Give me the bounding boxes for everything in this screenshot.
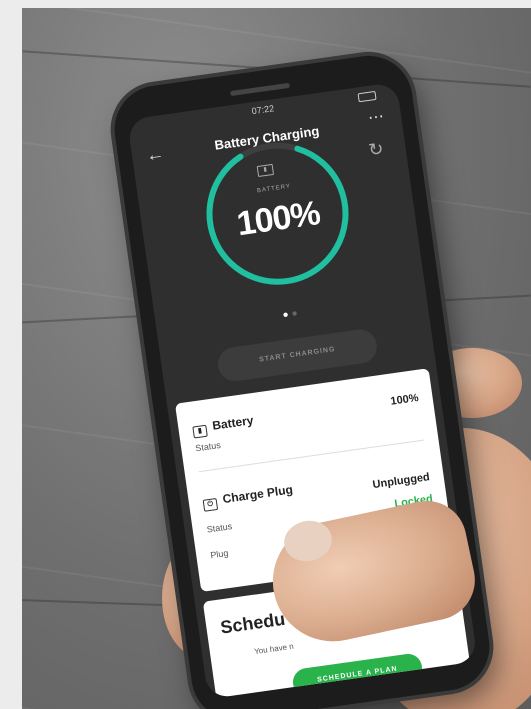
pager-dot[interactable]: ●	[291, 308, 301, 320]
battery-title: Battery	[211, 413, 255, 433]
battery-heading: ▮ Battery	[192, 413, 255, 439]
refresh-icon[interactable]: ↻	[367, 138, 385, 161]
photo-background: 07:22 ← Battery Charging ⋯ ↻ ▮ BATTERY 1…	[22, 8, 531, 709]
start-charging-button[interactable]: START CHARGING	[215, 327, 379, 384]
schedule-text: You have n	[253, 641, 295, 657]
charge-plug-status-value: Unplugged	[371, 471, 431, 492]
schedule-title: Schedu	[219, 608, 287, 638]
phone-speaker	[229, 82, 291, 97]
battery-status-icon	[357, 90, 377, 103]
battery-status-value: 100%	[389, 391, 420, 408]
schedule-plan-button[interactable]: SCHEDULE A PLAN	[291, 652, 424, 698]
pager-dots[interactable]: ●●	[156, 290, 427, 339]
battery-icon: ▮	[192, 424, 208, 439]
charge-plug-title: Charge Plug	[221, 482, 294, 507]
battery-icon: ▮	[256, 163, 275, 178]
charge-plug-heading: ⏻ Charge Plug	[202, 482, 294, 512]
plug-icon: ⏻	[202, 497, 219, 512]
more-dots-icon[interactable]: ⋯	[367, 106, 387, 128]
